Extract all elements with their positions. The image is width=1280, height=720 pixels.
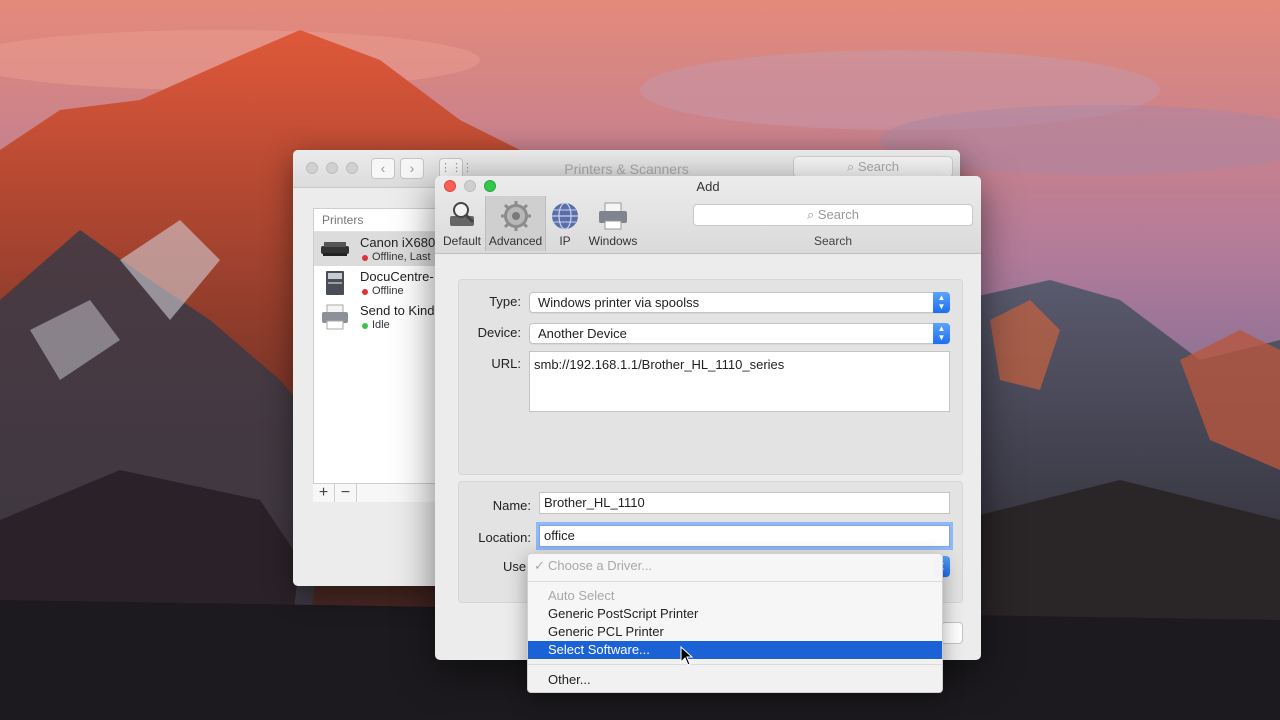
- default-printer-icon: [450, 202, 475, 226]
- tab-windows[interactable]: Windows: [585, 196, 641, 251]
- status-dot: [362, 323, 368, 329]
- location-label: Location:: [478, 530, 531, 545]
- printer-status: Idle: [372, 319, 390, 331]
- printer-name: Send to Kind: [360, 303, 435, 318]
- menu-item-label: Select Software...: [548, 642, 650, 657]
- updown-arrow-icon: ▲▼: [933, 323, 950, 344]
- menu-item-label: Generic PCL Printer: [548, 624, 664, 639]
- menu-item-label: Choose a Driver...: [548, 558, 653, 573]
- url-label: URL:: [491, 356, 521, 371]
- location-field[interactable]: office: [539, 525, 950, 547]
- menu-item-generic-postscript[interactable]: Generic PostScript Printer: [528, 605, 942, 623]
- status-dot: [362, 255, 368, 261]
- tab-default-label: Default: [442, 234, 482, 248]
- window-title: Add: [696, 179, 720, 194]
- windows-printer-icon: [599, 202, 627, 230]
- tab-default[interactable]: Default: [440, 196, 484, 251]
- printer-name: DocuCentre-: [360, 269, 434, 284]
- menu-item-select-software[interactable]: Select Software...: [528, 641, 942, 659]
- menu-item-generic-pcl[interactable]: Generic PCL Printer: [528, 623, 942, 641]
- url-field[interactable]: smb://192.168.1.1/Brother_HL_1110_series: [529, 351, 950, 412]
- checkmark-icon: ✓: [534, 558, 545, 573]
- tab-windows-label: Windows: [588, 234, 638, 248]
- globe-icon: [552, 202, 578, 230]
- printer-row-docucentre[interactable]: DocuCentre- Offline: [314, 266, 444, 300]
- menu-separator: [528, 664, 942, 665]
- mouse-pointer-icon: [680, 646, 694, 666]
- menu-item-choose-driver[interactable]: ✓ Choose a Driver...: [528, 557, 942, 575]
- add-remove-bar: + −: [313, 483, 443, 502]
- device-value: Another Device: [538, 326, 627, 341]
- tab-advanced[interactable]: Advanced: [485, 196, 546, 251]
- tab-ip[interactable]: IP: [547, 196, 583, 251]
- status-dot: [362, 289, 368, 295]
- search-field[interactable]: ⌕ Search: [793, 156, 953, 178]
- printer-status: Offline: [372, 285, 404, 297]
- printers-list-header: Printers: [314, 209, 444, 232]
- search-placeholder: Search: [817, 207, 860, 222]
- search-icon: ⌕: [806, 207, 815, 222]
- driver-dropdown-menu: ✓ Choose a Driver... Auto Select Generic…: [527, 553, 943, 693]
- add-printer-button[interactable]: +: [313, 484, 335, 502]
- printer-name: Canon iX680: [360, 235, 436, 250]
- connection-group: Type: Windows printer via spoolss ▲ ▼ Dev…: [458, 279, 963, 475]
- menu-item-other[interactable]: Other...: [528, 671, 942, 689]
- use-label: Use: [503, 559, 527, 574]
- inkjet-printer-icon: [321, 242, 349, 256]
- type-label: Type:: [489, 294, 521, 309]
- menu-item-label: Auto Select: [548, 588, 615, 603]
- printer-row-send-to-kindle[interactable]: Send to Kind Idle: [314, 300, 444, 334]
- menu-item-auto-select[interactable]: Auto Select: [528, 587, 942, 605]
- device-label: Device:: [477, 325, 521, 340]
- add-button[interactable]: [941, 622, 963, 644]
- toolbar-search-field[interactable]: ⌕ Search: [693, 204, 973, 226]
- menu-separator: [528, 581, 942, 582]
- printers-list: Printers Canon iX680 Offline, Last DocuC…: [313, 208, 445, 502]
- remove-printer-button[interactable]: −: [335, 484, 357, 502]
- search-icon: ⌕: [846, 159, 855, 174]
- name-field[interactable]: Brother_HL_1110: [539, 492, 950, 514]
- gear-icon: [500, 201, 531, 231]
- add-toolbar: Add Default Advanced IP Windows ⌕ Search…: [435, 176, 981, 254]
- printer-status: Offline, Last: [372, 251, 431, 263]
- printer-row-canon[interactable]: Canon iX680 Offline, Last: [314, 232, 444, 266]
- tab-advanced-label: Advanced: [488, 234, 543, 248]
- search-label: Search: [813, 234, 853, 248]
- name-label: Name:: [492, 498, 531, 513]
- search-placeholder: Search: [857, 159, 900, 174]
- type-value: Windows printer via spoolss: [538, 295, 700, 310]
- device-popup[interactable]: Another Device ▲ ▼: [529, 323, 950, 344]
- tab-ip-label: IP: [559, 234, 571, 248]
- type-popup[interactable]: Windows printer via spoolss ▲ ▼: [529, 292, 950, 313]
- office-printer-icon: [326, 271, 344, 295]
- generic-printer-icon: [322, 304, 348, 330]
- menu-item-label: Generic PostScript Printer: [548, 606, 699, 621]
- updown-arrow-icon: ▲▼: [933, 292, 950, 313]
- menu-item-label: Other...: [548, 672, 591, 687]
